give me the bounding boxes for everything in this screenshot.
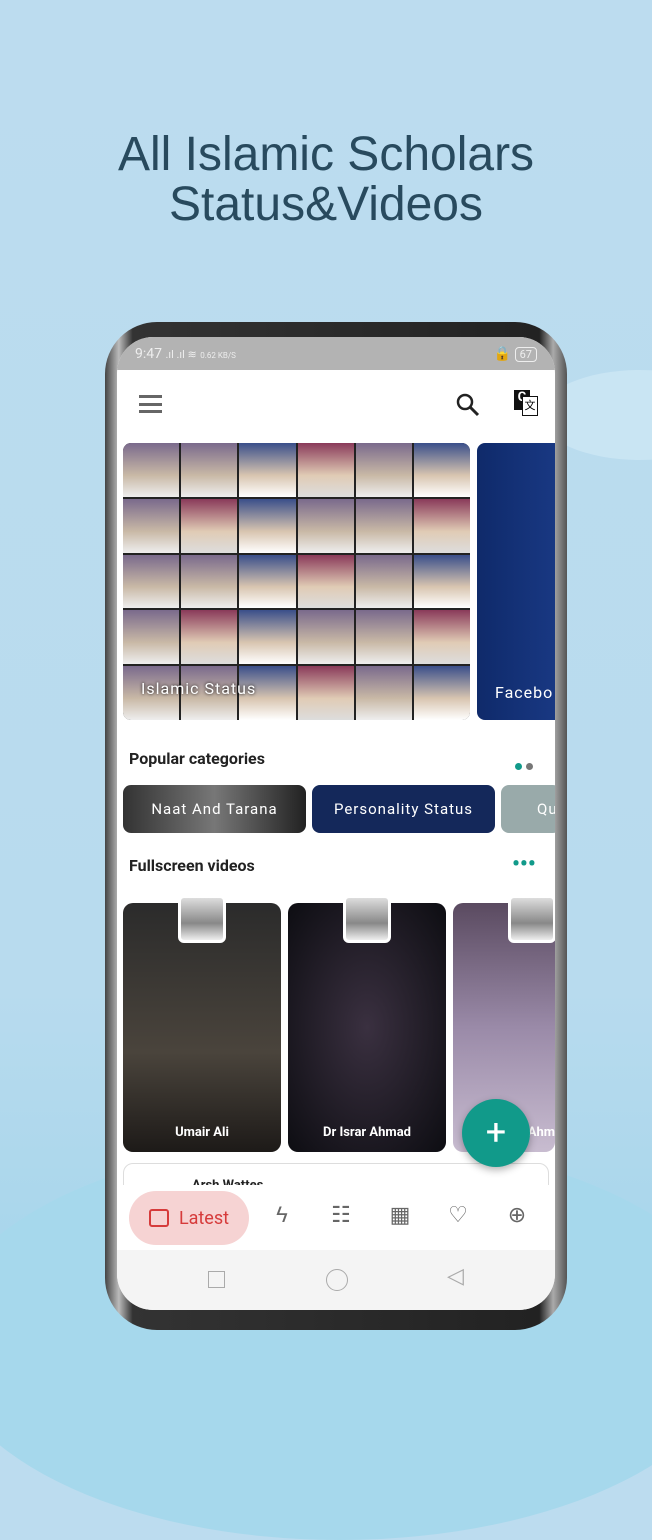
- nav-label: Latest: [178, 1207, 230, 1229]
- home-button[interactable]: [326, 1269, 348, 1291]
- banner-label: Islamic Status: [141, 679, 257, 698]
- fullscreen-videos-title: Fullscreen videos: [129, 856, 255, 875]
- hamburger-icon[interactable]: [139, 395, 162, 413]
- chip-qu[interactable]: Qu: [501, 785, 555, 833]
- grid-icon[interactable]: ▦: [387, 1203, 413, 1229]
- lightning-icon[interactable]: ϟ: [269, 1203, 295, 1229]
- inbox-icon[interactable]: ☷: [328, 1203, 354, 1229]
- chip-label: Qu: [537, 800, 555, 818]
- search-icon[interactable]: [455, 392, 481, 418]
- bottom-nav: Latest ϟ ☷ ▦ ♡ ⊕: [117, 1185, 555, 1250]
- net-speed: 0.62 KB/S: [200, 350, 236, 360]
- status-bar: 9:47 .ıl .ıl ≋ 0.62 KB/S 🔒 67: [117, 337, 555, 370]
- headline-line2: Status&Videos: [169, 178, 483, 231]
- banner-label: Facebo: [495, 683, 554, 702]
- google-translate-icon[interactable]: G文: [514, 390, 540, 416]
- add-button[interactable]: +: [462, 1099, 530, 1167]
- popular-categories-title: Popular categories: [129, 749, 265, 768]
- download-icon[interactable]: ⊕: [504, 1203, 530, 1229]
- status-time: 9:47: [135, 345, 162, 362]
- battery: 67: [514, 346, 537, 362]
- heart-icon[interactable]: ♡: [445, 1203, 471, 1229]
- headline: All Islamic Scholars Status&Videos: [0, 130, 652, 230]
- headline-line1: All Islamic Scholars: [117, 128, 535, 181]
- phone-screen: 9:47 .ıl .ıl ≋ 0.62 KB/S 🔒 67 G文 Islamic…: [117, 337, 555, 1310]
- avatar: [178, 895, 226, 943]
- phone-frame: 9:47 .ıl .ıl ≋ 0.62 KB/S 🔒 67 G文 Islamic…: [105, 322, 567, 1330]
- more-icon[interactable]: •••: [512, 854, 536, 876]
- banner-facebook[interactable]: Facebo: [477, 443, 555, 720]
- chip-naat[interactable]: Naat And Tarana: [123, 785, 306, 833]
- video-author: Umair Ali: [175, 1125, 229, 1140]
- store-icon: [148, 1209, 169, 1227]
- recents-button[interactable]: [208, 1271, 225, 1288]
- nav-latest[interactable]: Latest: [129, 1191, 249, 1245]
- page-dots: [515, 755, 533, 774]
- chip-personality[interactable]: Personality Status: [312, 785, 495, 833]
- avatar: [343, 895, 391, 943]
- back-button[interactable]: ◁: [447, 1264, 464, 1289]
- system-nav: ◁: [117, 1250, 555, 1310]
- chip-label: Personality Status: [333, 800, 474, 818]
- avatar: [508, 895, 555, 943]
- video-author: Dr Israr Ahmad: [323, 1125, 411, 1140]
- app-bar: G文: [117, 370, 555, 440]
- chip-label: Naat And Tarana: [151, 800, 278, 818]
